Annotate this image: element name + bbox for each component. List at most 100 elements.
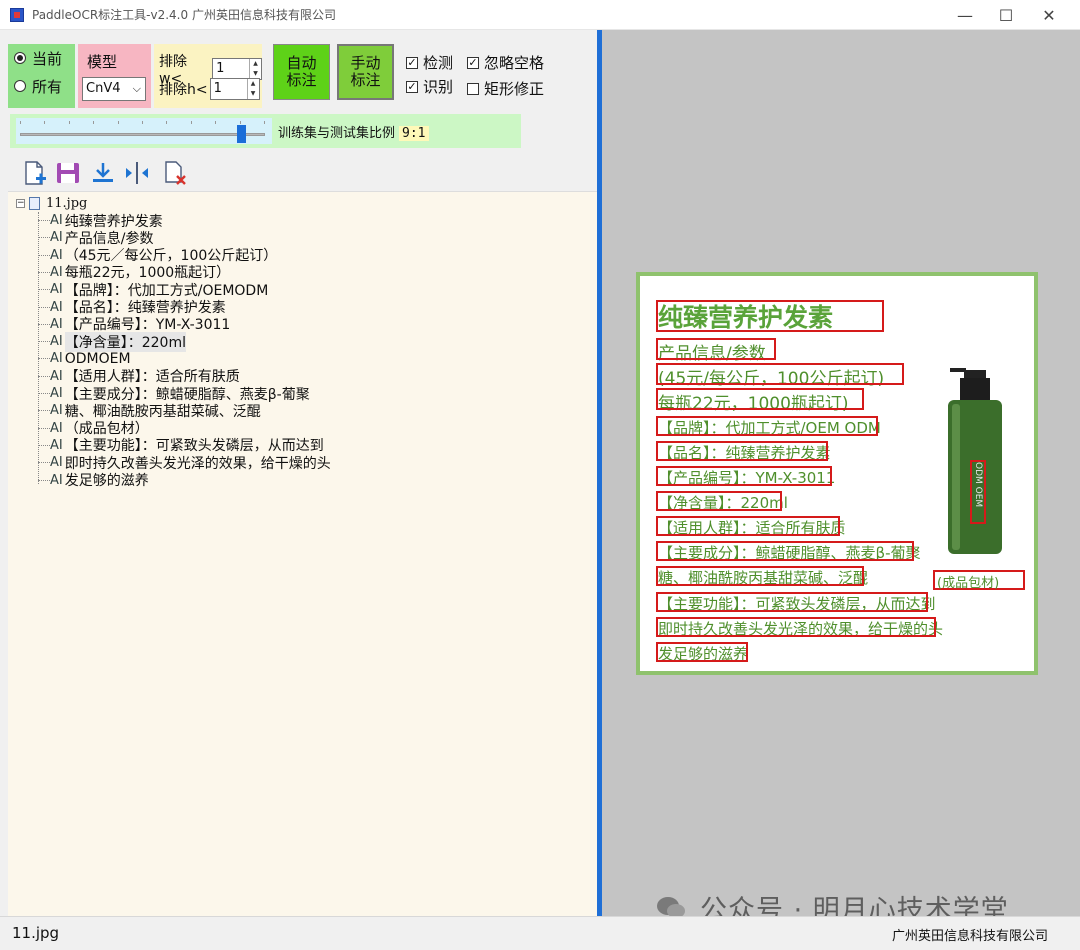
rect-fix-checkbox[interactable]: 矩形修正	[467, 78, 544, 99]
annotation-box[interactable]	[656, 363, 904, 385]
tree-item[interactable]: AI 【品牌】：代加工方式/OEMODM	[38, 281, 268, 299]
tree-item[interactable]: AI 每瓶22元，1000瓶起订）	[38, 264, 230, 281]
tree-connector	[38, 306, 50, 308]
ai-label-icon: AI	[50, 403, 63, 419]
model-select[interactable]: CnV4 ⌵	[82, 77, 146, 101]
ai-label-icon: AI	[50, 368, 63, 384]
annotation-box[interactable]	[656, 566, 864, 586]
split-ratio-group: 训练集与测试集比例 9:1	[10, 114, 521, 148]
tree-item[interactable]: AI 产品信息/参数	[38, 229, 153, 247]
tree-item[interactable]: AI 【主要成分】：鲸蜡硬脂醇、燕麦β-葡聚	[38, 385, 310, 403]
annotation-box[interactable]	[656, 491, 782, 511]
spin-arrows-icon[interactable]: ▲ ▼	[246, 79, 259, 99]
save-icon[interactable]	[55, 160, 81, 186]
new-file-icon[interactable]	[22, 160, 48, 186]
ai-label-icon: AI	[50, 230, 63, 246]
split-ratio-text: 训练集与测试集比例	[278, 126, 396, 141]
exclude-h-spinbox[interactable]: 1 ▲ ▼	[209, 78, 260, 100]
product-image[interactable]: 纯臻营养护发素 ODM OEM (成品包材) 产品信息/参数 (45元/每公斤，1…	[636, 272, 1038, 675]
tree-item[interactable]: AI ODMOEM	[38, 350, 131, 367]
rect-fix-label: 矩形修正	[484, 80, 545, 98]
annotation-box[interactable]	[656, 466, 832, 486]
tree-item[interactable]: AI 【净含量】：220ml	[38, 331, 186, 352]
detect-check-icon[interactable]: ✓	[406, 56, 418, 69]
ai-label-icon: AI	[50, 420, 63, 436]
ai-label-icon: AI	[50, 213, 63, 228]
ignore-space-checkbox[interactable]: ✓ 忽略空格	[467, 52, 544, 73]
detect-label: 检测	[423, 54, 454, 72]
spin-arrows-icon[interactable]: ▲ ▼	[249, 59, 261, 79]
canvas-area[interactable]: 纯臻营养护发素 ODM OEM (成品包材) 产品信息/参数 (45元/每公斤，1…	[602, 30, 1080, 926]
chevron-down-icon: ⌵	[132, 82, 141, 95]
tree-item[interactable]: AI 纯臻营养护发素	[38, 212, 163, 230]
tree-item[interactable]: AI 【适用人群】：适合所有肤质	[38, 368, 240, 385]
minimize-button[interactable]: —	[942, 0, 988, 30]
recognize-checkbox[interactable]: ✓ 识别	[406, 76, 453, 97]
tree-item[interactable]: AI 【品名】：纯臻营养护发素	[38, 299, 226, 316]
tree-item[interactable]: AI 【产品编号】：YM-X-3011	[38, 316, 230, 333]
tree-item-label: 发足够的滋养	[64, 473, 149, 489]
auto-annotate-button[interactable]: 自动 标注	[273, 44, 330, 100]
ai-label-icon: AI	[50, 264, 63, 280]
annotation-box[interactable]	[656, 592, 928, 612]
annotation-box[interactable]	[656, 300, 884, 332]
app-icon	[10, 7, 24, 22]
annotation-box[interactable]	[656, 441, 828, 461]
annotation-box[interactable]	[656, 541, 914, 561]
annotation-box[interactable]	[656, 516, 840, 536]
radio-current[interactable]: 当前	[8, 44, 75, 72]
auto-button-line2: 标注	[286, 71, 317, 89]
rect-fix-check-icon[interactable]	[467, 82, 479, 95]
ai-label-icon: AI	[50, 299, 63, 315]
ai-label-icon: AI	[50, 351, 63, 367]
annotation-box[interactable]	[656, 416, 878, 436]
tree-connector	[38, 462, 50, 464]
split-ratio-value: 9:1	[399, 126, 429, 141]
radio-all[interactable]: 所有	[8, 72, 75, 100]
radio-all-indicator[interactable]	[14, 80, 26, 92]
split-ratio-label: 训练集与测试集比例 9:1	[278, 122, 429, 141]
status-bar: 11.jpg 广州英田信息科技有限公司	[0, 916, 1080, 950]
tree-connector	[38, 271, 50, 273]
title-bar: PaddleOCR标注工具-v2.4.0 广州英田信息科技有限公司 — ☐ ✕	[0, 0, 1080, 30]
recognize-check-icon[interactable]: ✓	[406, 80, 418, 93]
tree-item-label: ODMOEM	[64, 350, 131, 367]
radio-current-indicator[interactable]	[14, 52, 26, 64]
detect-checkbox[interactable]: ✓ 检测	[406, 52, 453, 73]
tree-root[interactable]: − 11.jpg	[16, 196, 87, 211]
manual-annotate-button[interactable]: 手动 标注	[337, 44, 394, 100]
tree-connector	[38, 479, 50, 481]
split-icon[interactable]	[124, 160, 150, 186]
collapse-icon[interactable]: −	[16, 199, 25, 208]
window-title: PaddleOCR标注工具-v2.4.0 广州英田信息科技有限公司	[32, 8, 336, 22]
tree-item[interactable]: AI 【主要功能】：可紧致头发磷层，从而达到	[38, 437, 324, 454]
annotation-box[interactable]	[656, 388, 864, 410]
scope-radio-group: 当前 所有	[8, 44, 75, 108]
tree-item[interactable]: AI 即时持久改善头发光泽的效果，给干燥的头	[38, 454, 331, 472]
annotation-box[interactable]	[656, 617, 936, 637]
maximize-button[interactable]: ☐	[983, 0, 1029, 30]
slider-thumb[interactable]	[236, 125, 246, 143]
tree-connector	[38, 393, 50, 394]
exclude-w-spinbox[interactable]: 1 ▲ ▼	[212, 58, 262, 80]
ai-label-icon: AI	[50, 472, 63, 488]
download-icon[interactable]	[90, 160, 116, 186]
radio-current-label: 当前	[32, 49, 63, 68]
exclude-h-value: 1	[213, 81, 222, 96]
annotation-box[interactable]	[656, 642, 748, 662]
status-filename: 11.jpg	[12, 924, 60, 942]
tree-item[interactable]: AI 糖、椰油酰胺丙基甜菜碱、泛醌	[38, 402, 261, 420]
tree-item-label: 【净含量】：220ml	[64, 331, 186, 352]
tree-item[interactable]: AI （45元／每公斤，100公斤起订）	[38, 247, 277, 264]
slider-track[interactable]	[20, 133, 265, 136]
exclude-group: 排除w< 1 ▲ ▼ 排除h< 1 ▲ ▼	[154, 44, 262, 108]
split-ratio-slider[interactable]	[16, 118, 272, 144]
tree-item[interactable]: AI 发足够的滋养	[38, 472, 149, 489]
exclude-h-label: 排除h<	[159, 82, 208, 98]
delete-file-icon[interactable]	[162, 160, 188, 186]
close-button[interactable]: ✕	[1026, 0, 1072, 30]
ignore-space-check-icon[interactable]: ✓	[467, 56, 479, 69]
tree-item[interactable]: AI （成品包材）	[38, 420, 149, 437]
tree-connector	[38, 444, 50, 446]
annotation-box[interactable]	[656, 338, 776, 360]
